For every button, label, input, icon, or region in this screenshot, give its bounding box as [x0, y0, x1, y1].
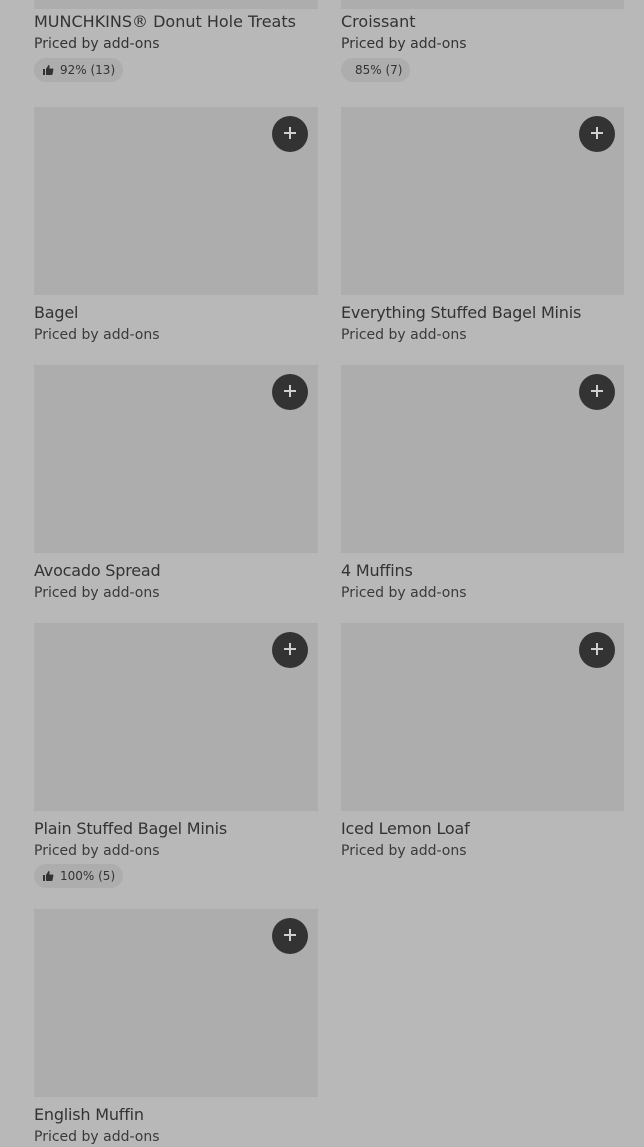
item-image[interactable] — [341, 0, 624, 9]
plus-icon — [283, 641, 297, 660]
item-name: MUNCHKINS® Donut Hole Treats — [34, 12, 296, 31]
plus-icon — [590, 383, 604, 402]
item-price: Priced by add-ons — [34, 585, 160, 601]
plus-icon — [590, 641, 604, 660]
thumbs-up-icon — [42, 64, 54, 76]
item-name: Bagel — [34, 303, 79, 322]
item-price: Priced by add-ons — [34, 1129, 160, 1145]
item-image[interactable] — [34, 0, 318, 9]
thumbs-up-icon — [42, 870, 54, 882]
add-item-button[interactable] — [272, 632, 308, 668]
menu-item-card[interactable]: MUNCHKINS® Donut Hole Treats Priced by a… — [34, 0, 318, 112]
item-name: Everything Stuffed Bagel Minis — [341, 303, 582, 322]
item-name: Croissant — [341, 12, 416, 31]
item-price: Priced by add-ons — [34, 843, 160, 859]
rating-text: 100% (5) — [60, 869, 116, 883]
add-item-button[interactable] — [579, 632, 615, 668]
plus-icon — [283, 927, 297, 946]
item-name: Plain Stuffed Bagel Minis — [34, 819, 227, 838]
item-price: Priced by add-ons — [341, 327, 467, 343]
item-price: Priced by add-ons — [34, 327, 160, 343]
item-name: English Muffin — [34, 1105, 144, 1124]
add-item-button[interactable] — [579, 374, 615, 410]
item-price: Priced by add-ons — [34, 36, 160, 52]
item-price: Priced by add-ons — [341, 36, 467, 52]
rating-badge: 92% (13) — [34, 58, 124, 82]
plus-icon — [590, 125, 604, 144]
item-name: 4 Muffins — [341, 561, 413, 580]
menu-item-card[interactable]: Croissant Priced by add-ons 85% (7) — [341, 0, 625, 112]
add-item-button[interactable] — [272, 918, 308, 954]
plus-icon — [283, 383, 297, 402]
rating-badge: 100% (5) — [34, 864, 124, 888]
add-item-button[interactable] — [579, 116, 615, 152]
add-item-button[interactable] — [272, 374, 308, 410]
item-name: Avocado Spread — [34, 561, 161, 580]
item-price: Priced by add-ons — [341, 585, 467, 601]
add-item-button[interactable] — [272, 116, 308, 152]
item-price: Priced by add-ons — [341, 843, 467, 859]
plus-icon — [283, 125, 297, 144]
rating-badge: 85% (7) — [341, 58, 411, 85]
rating-text: 92% (13) — [60, 63, 116, 77]
item-name: Iced Lemon Loaf — [341, 819, 470, 838]
rating-text: 85% (7) — [355, 63, 403, 77]
